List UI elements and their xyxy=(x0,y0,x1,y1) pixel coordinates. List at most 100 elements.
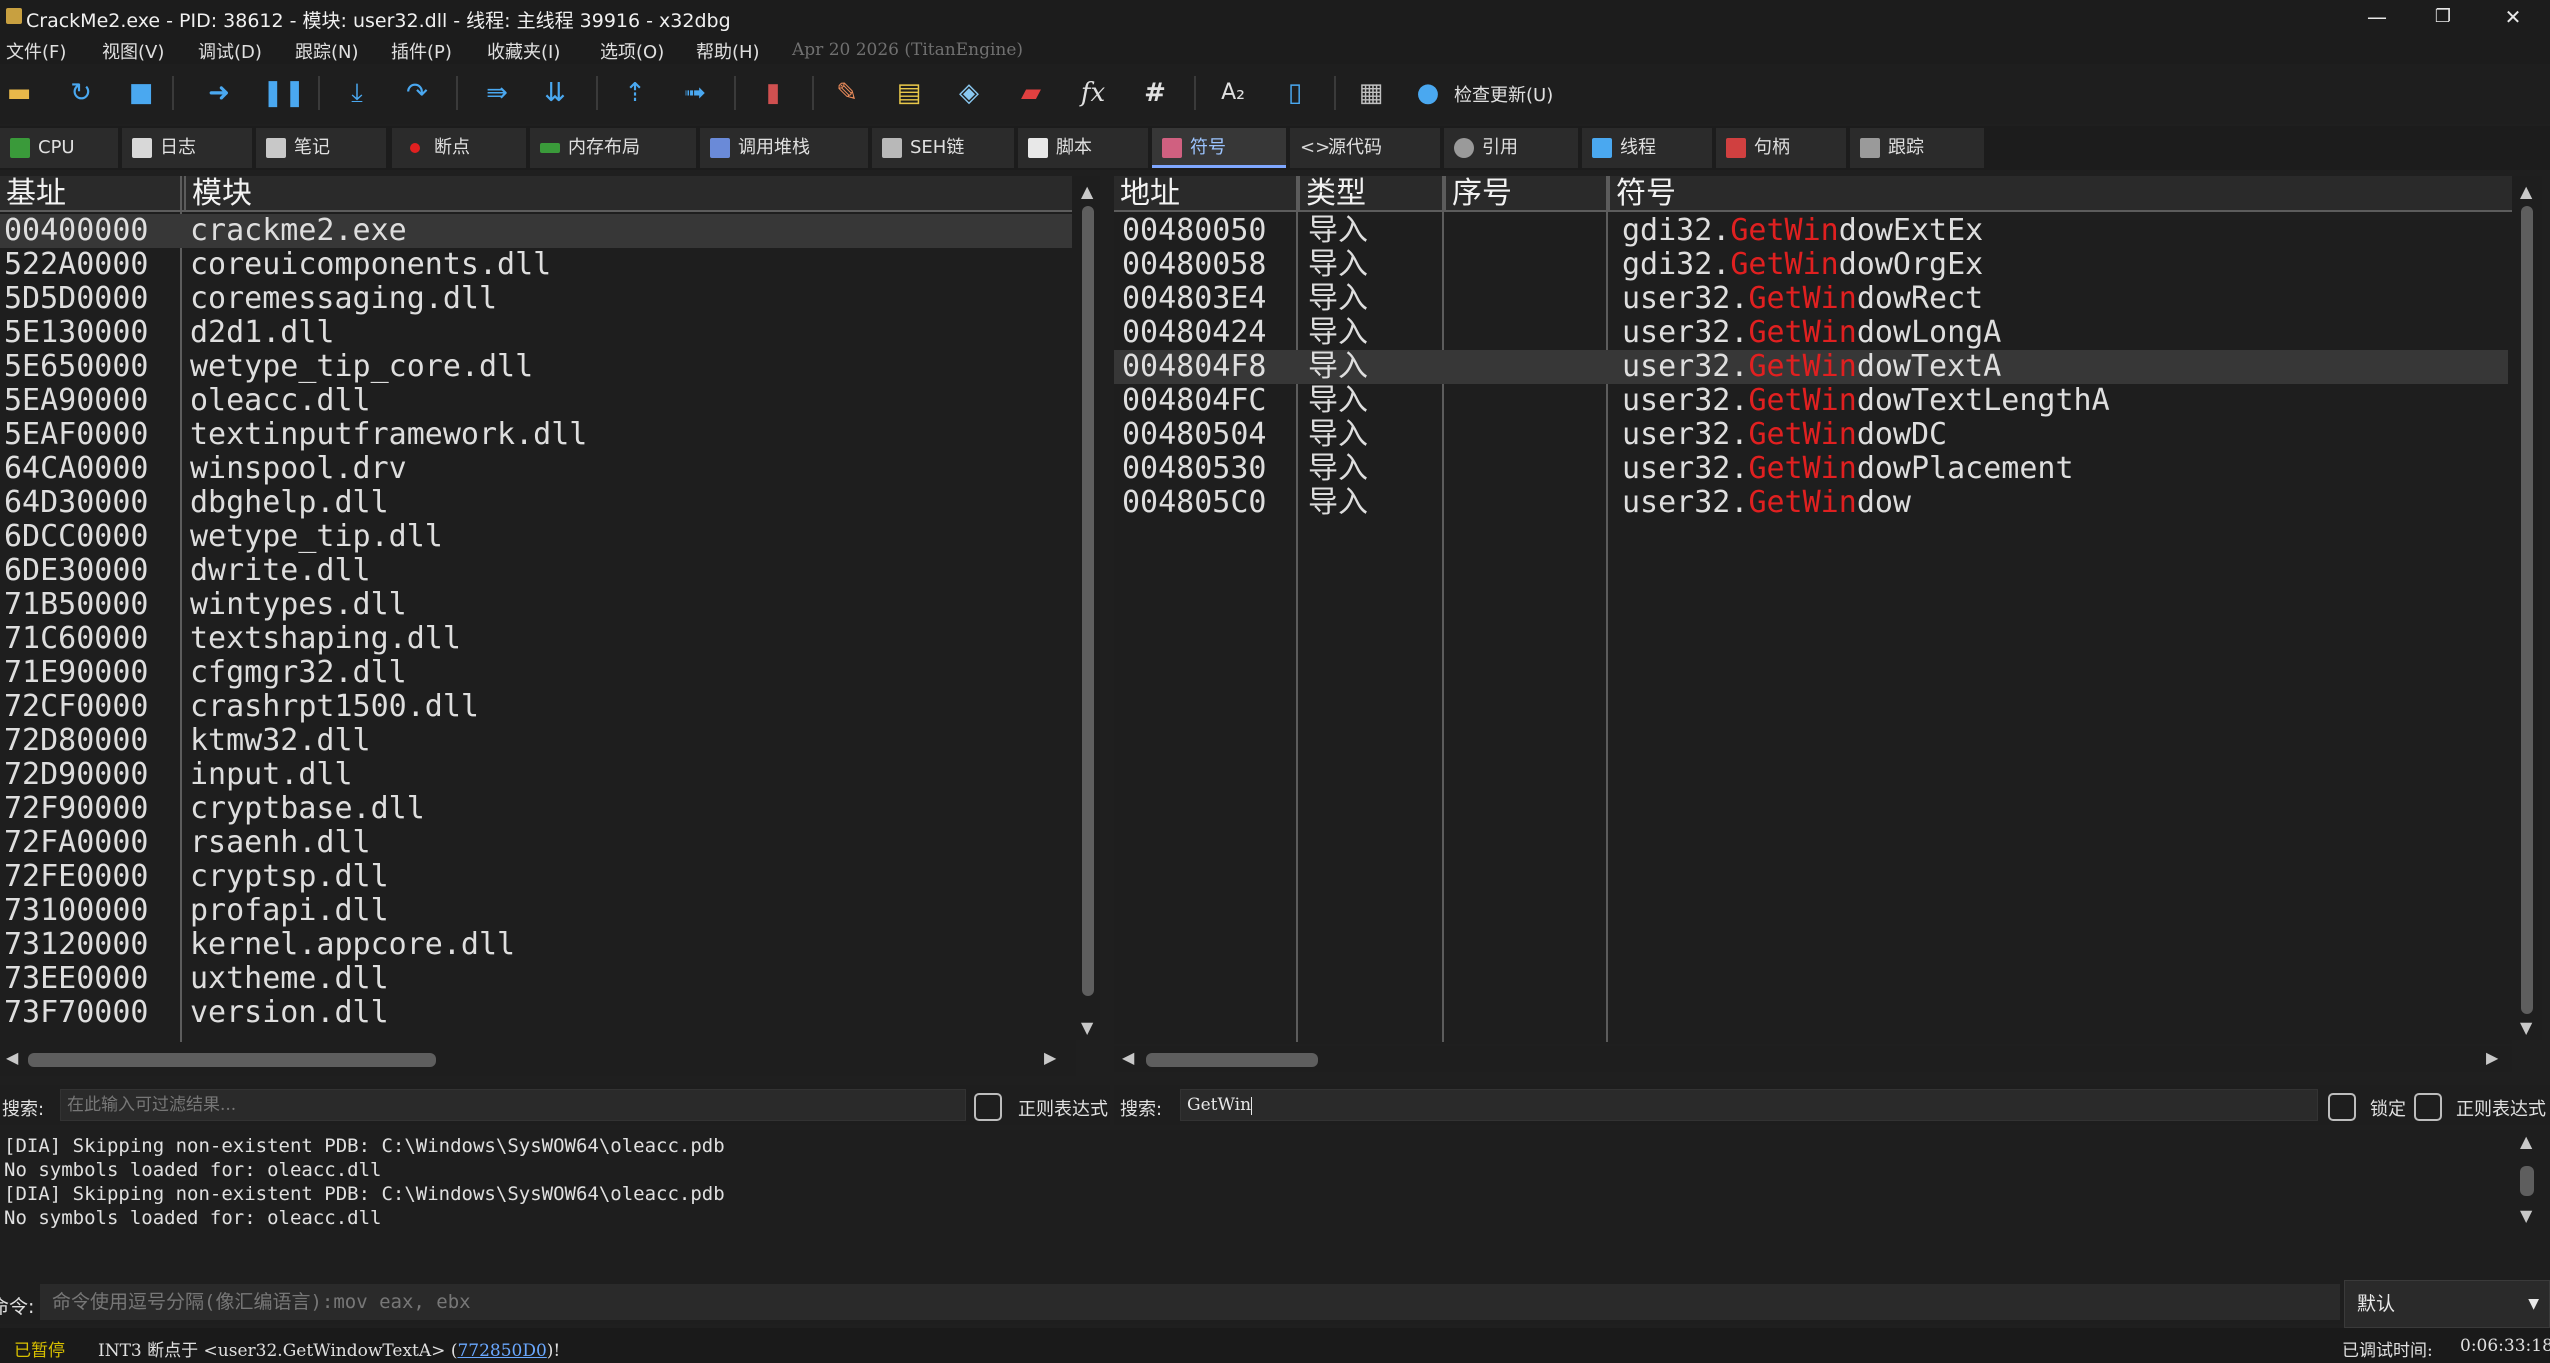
tab-references[interactable]: 引用 xyxy=(1444,128,1578,168)
log-panel[interactable]: [DIA] Skipping non-existent PDB: C:\Wind… xyxy=(0,1130,2550,1280)
scylla-icon[interactable]: ▮ xyxy=(754,74,792,112)
tab-handles[interactable]: 句柄 xyxy=(1716,128,1846,168)
menu-debug[interactable]: 调试(D) xyxy=(198,38,262,64)
module-row[interactable]: 72FE0000 cryptsp.dll xyxy=(0,860,1072,894)
scroll-up-arrow-icon[interactable]: ▲ xyxy=(1081,182,1093,201)
run-to-user-code-icon[interactable]: ➟ xyxy=(676,74,714,112)
comments-icon[interactable]: ▤ xyxy=(890,74,928,112)
module-row[interactable]: 6DE30000 dwrite.dll xyxy=(0,554,1072,588)
module-row[interactable]: 73F70000 version.dll xyxy=(0,996,1072,1030)
module-row[interactable]: 72CF0000 crashrpt1500.dll xyxy=(0,690,1072,724)
module-row[interactable]: 71B50000 wintypes.dll xyxy=(0,588,1072,622)
symbols-regex-checkbox[interactable] xyxy=(2414,1093,2442,1121)
step-over-icon[interactable]: ↷ xyxy=(398,74,436,112)
header-type[interactable]: 类型 xyxy=(1298,176,1444,212)
scroll-thumb[interactable] xyxy=(1082,206,1094,996)
symbol-row[interactable]: 004805C0 导入 user32.GetWindow xyxy=(1114,486,2508,520)
tab-threads[interactable]: 线程 xyxy=(1582,128,1712,168)
symbols-horizontal-scrollbar[interactable]: ◀ ▶ xyxy=(1114,1046,2512,1072)
header-symbol[interactable]: 符号 xyxy=(1608,176,2512,212)
pause-icon[interactable]: ❚❚ xyxy=(262,74,306,112)
symbol-row[interactable]: 00480530 导入 user32.GetWindowPlacement xyxy=(1114,452,2508,486)
module-row[interactable]: 72D80000 ktmw32.dll xyxy=(0,724,1072,758)
tab-notes[interactable]: 笔记 xyxy=(256,128,386,168)
command-input[interactable]: 命令使用逗号分隔(像汇编语言):mov eax, ebx xyxy=(40,1284,2340,1320)
module-row[interactable]: 73100000 profapi.dll xyxy=(0,894,1072,928)
scroll-thumb[interactable] xyxy=(2521,206,2533,1014)
menu-view[interactable]: 视图(V) xyxy=(102,38,164,64)
symbol-row[interactable]: 004804F8 导入 user32.GetWindowTextA xyxy=(1114,350,2508,384)
module-row[interactable]: 5E130000 d2d1.dll xyxy=(0,316,1072,350)
symbol-row[interactable]: 00480424 导入 user32.GetWindowLongA xyxy=(1114,316,2508,350)
tab-script[interactable]: 脚本 xyxy=(1018,128,1148,168)
module-row[interactable]: 5EAF0000 textinputframework.dll xyxy=(0,418,1072,452)
step-into-icon[interactable]: ⤓ xyxy=(338,74,376,112)
scroll-down-arrow-icon[interactable]: ▼ xyxy=(2520,1206,2532,1225)
tab-memory-map[interactable]: 内存布局 xyxy=(530,128,696,168)
menu-file[interactable]: 文件(F) xyxy=(6,38,66,64)
stop-icon[interactable]: ■ xyxy=(122,74,160,112)
module-row[interactable]: 72D90000 input.dll xyxy=(0,758,1072,792)
module-row[interactable]: 64CA0000 winspool.drv xyxy=(0,452,1072,486)
header-module[interactable]: 模块 xyxy=(184,176,1072,212)
symbol-row[interactable]: 00480058 导入 gdi32.GetWindowOrgEx xyxy=(1114,248,2508,282)
font-icon[interactable]: A₂ xyxy=(1214,74,1252,112)
scroll-right-arrow-icon[interactable]: ▶ xyxy=(2486,1048,2498,1067)
execute-till-return-icon[interactable]: ⇡ xyxy=(616,74,654,112)
maximize-button[interactable]: ❐ xyxy=(2413,0,2473,34)
tab-cpu[interactable]: CPU xyxy=(0,128,118,168)
module-row[interactable]: 71C60000 textshaping.dll xyxy=(0,622,1072,656)
tab-source[interactable]: <>源代码 xyxy=(1290,128,1440,168)
module-row[interactable]: 64D30000 dbghelp.dll xyxy=(0,486,1072,520)
scroll-down-arrow-icon[interactable]: ▼ xyxy=(1081,1018,1093,1037)
symbol-row[interactable]: 00480504 导入 user32.GetWindowDC xyxy=(1114,418,2508,452)
module-row[interactable]: 5D5D0000 coremessaging.dll xyxy=(0,282,1072,316)
functions-icon[interactable]: fx xyxy=(1074,74,1112,112)
module-row[interactable]: 72F90000 cryptbase.dll xyxy=(0,792,1072,826)
modules-regex-checkbox[interactable] xyxy=(974,1093,1002,1121)
module-row[interactable]: 5EA90000 oleacc.dll xyxy=(0,384,1072,418)
log-vertical-scrollbar[interactable]: ▲ ▼ xyxy=(2514,1130,2540,1230)
patch-icon[interactable]: ✎ xyxy=(828,74,866,112)
scroll-down-arrow-icon[interactable]: ▼ xyxy=(2520,1018,2532,1037)
header-address[interactable]: 地址 xyxy=(1114,176,1298,212)
symbol-row[interactable]: 004803E4 导入 user32.GetWindowRect xyxy=(1114,282,2508,316)
tab-log[interactable]: 日志 xyxy=(122,128,252,168)
close-button[interactable]: ✕ xyxy=(2483,0,2543,34)
bookmarks-icon[interactable]: ▰ xyxy=(1012,74,1050,112)
labels-icon[interactable]: ◈ xyxy=(950,74,988,112)
trace-over-icon[interactable]: ⇊ xyxy=(536,74,574,112)
tab-breakpoints[interactable]: 断点 xyxy=(392,128,526,168)
command-type-select[interactable]: 默认 ▼ xyxy=(2344,1280,2550,1328)
module-row[interactable]: 5E650000 wetype_tip_core.dll xyxy=(0,350,1072,384)
tab-trace[interactable]: 跟踪 xyxy=(1850,128,1984,168)
scroll-up-arrow-icon[interactable]: ▲ xyxy=(2520,182,2532,201)
header-base[interactable]: 基址 xyxy=(0,176,184,212)
minimize-button[interactable]: — xyxy=(2347,0,2407,34)
run-icon[interactable]: ➜ xyxy=(200,74,238,112)
menu-help[interactable]: 帮助(H) xyxy=(696,38,760,64)
scroll-left-arrow-icon[interactable]: ◀ xyxy=(6,1048,18,1067)
scroll-thumb[interactable] xyxy=(1146,1053,1318,1067)
symbols-vertical-scrollbar[interactable]: ▲ ▼ xyxy=(2512,176,2542,1040)
tab-call-stack[interactable]: 调用堆栈 xyxy=(700,128,868,168)
symbols-search-input[interactable]: GetWin xyxy=(1180,1089,2318,1121)
scroll-thumb[interactable] xyxy=(2520,1166,2534,1196)
open-file-icon[interactable]: ▬ xyxy=(0,74,38,112)
menu-plugins[interactable]: 插件(P) xyxy=(391,38,452,64)
module-row[interactable]: 72FA0000 rsaenh.dll xyxy=(0,826,1072,860)
header-ordinal[interactable]: 序号 xyxy=(1444,176,1608,212)
module-row[interactable]: 71E90000 cfgmgr32.dll xyxy=(0,656,1072,690)
address-link[interactable]: 772850D0 xyxy=(457,1341,546,1361)
module-row[interactable]: 73120000 kernel.appcore.dll xyxy=(0,928,1072,962)
module-row[interactable]: 00400000 crackme2.exe xyxy=(0,214,1072,248)
module-row[interactable]: 6DCC0000 wetype_tip.dll xyxy=(0,520,1072,554)
scroll-thumb[interactable] xyxy=(28,1053,436,1067)
modules-horizontal-scrollbar[interactable]: ◀ ▶ xyxy=(0,1046,1076,1072)
calculator-icon[interactable]: ▦ xyxy=(1352,74,1390,112)
modules-vertical-scrollbar[interactable]: ▲ ▼ xyxy=(1076,176,1100,1040)
device-icon[interactable]: ▯ xyxy=(1276,74,1314,112)
scroll-left-arrow-icon[interactable]: ◀ xyxy=(1122,1048,1134,1067)
restart-icon[interactable]: ↻ xyxy=(62,74,100,112)
lock-checkbox[interactable] xyxy=(2328,1093,2356,1121)
